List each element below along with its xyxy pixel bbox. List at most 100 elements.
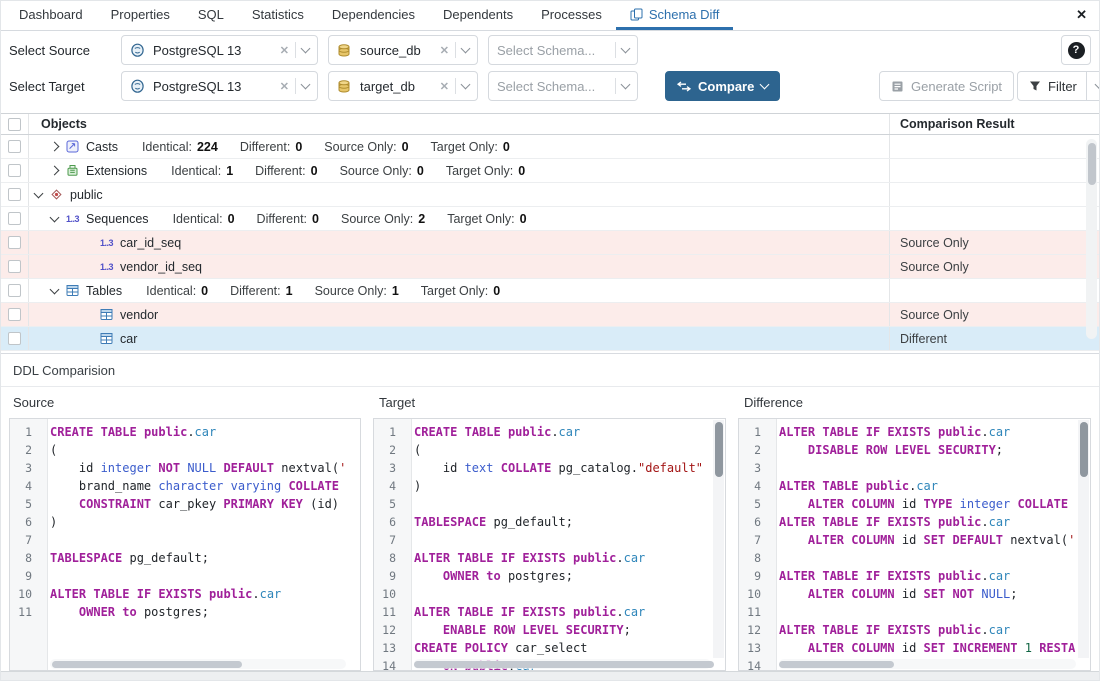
clear-icon[interactable]: ✕ bbox=[440, 80, 449, 93]
tab-statistics[interactable]: Statistics bbox=[238, 1, 318, 30]
table-row[interactable]: 1..3car_id_seqSource Only bbox=[1, 231, 1099, 255]
filter-button[interactable]: Filter bbox=[1017, 71, 1100, 101]
chevron-down-icon[interactable] bbox=[301, 79, 311, 89]
chevron-down-icon[interactable] bbox=[461, 43, 471, 53]
checkbox[interactable] bbox=[8, 140, 21, 153]
stat-label: Source Only: bbox=[324, 140, 396, 154]
collapse-chevron-icon[interactable] bbox=[50, 212, 60, 222]
source-code-editor[interactable]: 1CREATE TABLE public.car2(3 id integer N… bbox=[9, 418, 361, 671]
stat: Identical:0 bbox=[173, 212, 235, 226]
table-row[interactable]: TablesIdentical:0Different:1Source Only:… bbox=[1, 279, 1099, 303]
table-row[interactable]: 1..3vendor_id_seqSource Only bbox=[1, 255, 1099, 279]
table-row[interactable]: 1..3SequencesIdentical:0Different:0Sourc… bbox=[1, 207, 1099, 231]
object-cell[interactable]: 1..3car_id_seq bbox=[29, 231, 889, 254]
stat: Different:1 bbox=[230, 284, 292, 298]
object-cell[interactable]: 1..3vendor_id_seq bbox=[29, 255, 889, 278]
object-cell[interactable]: public bbox=[29, 183, 889, 206]
chevron-down-icon[interactable] bbox=[621, 79, 631, 89]
stat: Identical:0 bbox=[146, 284, 208, 298]
tab-dependencies[interactable]: Dependencies bbox=[318, 1, 429, 30]
code-text: ALTER TABLE public.car bbox=[769, 479, 938, 493]
difference-code-editor[interactable]: 1ALTER TABLE IF EXISTS public.car2 DISAB… bbox=[738, 418, 1091, 671]
close-icon[interactable]: ✕ bbox=[1076, 7, 1087, 23]
scrollbar-thumb[interactable] bbox=[1088, 143, 1096, 185]
object-cell[interactable]: TablesIdentical:0Different:1Source Only:… bbox=[29, 279, 889, 302]
chevron-down-icon[interactable] bbox=[461, 79, 471, 89]
vertical-scrollbar[interactable] bbox=[1086, 139, 1097, 339]
horizontal-scrollbar[interactable] bbox=[779, 659, 1076, 669]
code-text: ENABLE ROW LEVEL SECURITY; bbox=[404, 623, 631, 637]
source-database-select[interactable]: source_db ✕ bbox=[328, 35, 478, 65]
chevron-down-icon[interactable] bbox=[301, 43, 311, 53]
object-cell[interactable]: vendor bbox=[29, 303, 889, 326]
table-row[interactable]: carDifferent bbox=[1, 327, 1099, 351]
scrollbar-thumb[interactable] bbox=[779, 661, 894, 668]
generate-script-button[interactable]: Generate Script bbox=[879, 71, 1014, 101]
scrollbar-thumb[interactable] bbox=[52, 661, 242, 668]
checkbox[interactable] bbox=[8, 260, 21, 273]
scrollbar-thumb[interactable] bbox=[1080, 422, 1088, 477]
chevron-down-icon[interactable] bbox=[760, 79, 770, 89]
scrollbar-thumb[interactable] bbox=[414, 661, 714, 668]
row-checkbox-cell bbox=[1, 207, 29, 230]
expand-chevron-icon[interactable] bbox=[50, 166, 60, 176]
object-cell[interactable]: CastsIdentical:224Different:0Source Only… bbox=[29, 135, 889, 158]
checkbox[interactable] bbox=[8, 212, 21, 225]
object-cell[interactable]: car bbox=[29, 327, 889, 350]
expand-chevron-icon[interactable] bbox=[50, 142, 60, 152]
object-cell[interactable]: ExtensionsIdentical:1Different:0Source O… bbox=[29, 159, 889, 182]
horizontal-scrollbar[interactable] bbox=[50, 659, 346, 669]
clear-icon[interactable]: ✕ bbox=[280, 44, 289, 57]
objects-column-header[interactable]: Objects bbox=[29, 114, 889, 134]
target-code-editor[interactable]: 1CREATE TABLE public.car2(3 id text COLL… bbox=[373, 418, 726, 671]
table-row[interactable]: vendorSource Only bbox=[1, 303, 1099, 327]
collapse-chevron-icon[interactable] bbox=[34, 188, 44, 198]
tab-sql[interactable]: SQL bbox=[184, 1, 238, 30]
compare-button[interactable]: Compare bbox=[665, 71, 780, 101]
target-schema-select[interactable]: Select Schema... bbox=[488, 71, 638, 101]
vertical-scrollbar[interactable] bbox=[713, 420, 724, 658]
line-number: 5 bbox=[739, 497, 769, 511]
target-server-select[interactable]: PostgreSQL 13 ✕ bbox=[121, 71, 318, 101]
code-text: id text COLLATE pg_catalog."default" bbox=[404, 461, 703, 475]
table-row[interactable]: public bbox=[1, 183, 1099, 207]
checkbox[interactable] bbox=[8, 118, 21, 131]
checkbox[interactable] bbox=[8, 236, 21, 249]
scroll-gutter bbox=[1081, 114, 1099, 134]
vertical-scrollbar[interactable] bbox=[1078, 420, 1089, 658]
object-cell[interactable]: 1..3SequencesIdentical:0Different:0Sourc… bbox=[29, 207, 889, 230]
comparison-result-column-header[interactable]: Comparison Result bbox=[889, 114, 1081, 134]
tab-schema-diff[interactable]: Schema Diff bbox=[616, 1, 734, 30]
tab-processes[interactable]: Processes bbox=[527, 1, 616, 30]
line-number: 2 bbox=[10, 443, 40, 457]
table-row[interactable]: CastsIdentical:224Different:0Source Only… bbox=[1, 135, 1099, 159]
source-schema-select[interactable]: Select Schema... bbox=[488, 35, 638, 65]
tab-dependents[interactable]: Dependents bbox=[429, 1, 527, 30]
scrollbar-thumb[interactable] bbox=[715, 422, 723, 477]
checkbox[interactable] bbox=[8, 308, 21, 321]
checkbox[interactable] bbox=[8, 164, 21, 177]
code-line: 10 ALTER COLUMN id SET NOT NULL; bbox=[739, 585, 1090, 603]
target-database-select[interactable]: target_db ✕ bbox=[328, 71, 478, 101]
object-name: car bbox=[120, 332, 137, 346]
stat-label: Target Only: bbox=[421, 284, 488, 298]
code-text: ( bbox=[404, 443, 421, 457]
clear-icon[interactable]: ✕ bbox=[280, 80, 289, 93]
source-server-select[interactable]: PostgreSQL 13 ✕ bbox=[121, 35, 318, 65]
clear-icon[interactable]: ✕ bbox=[440, 44, 449, 57]
table-row[interactable]: ExtensionsIdentical:1Different:0Source O… bbox=[1, 159, 1099, 183]
filter-dropdown-toggle[interactable] bbox=[1086, 72, 1100, 100]
collapse-chevron-icon[interactable] bbox=[50, 284, 60, 294]
checkbox[interactable] bbox=[8, 188, 21, 201]
checkbox[interactable] bbox=[8, 332, 21, 345]
tab-properties[interactable]: Properties bbox=[97, 1, 184, 30]
tab-dashboard[interactable]: Dashboard bbox=[5, 1, 97, 30]
select-all-checkbox[interactable] bbox=[1, 114, 29, 134]
help-button[interactable]: ? bbox=[1061, 35, 1091, 65]
chevron-down-icon[interactable] bbox=[621, 43, 631, 53]
code-line: 10 bbox=[374, 585, 725, 603]
checkbox[interactable] bbox=[8, 284, 21, 297]
code-text: OWNER to postgres; bbox=[404, 569, 573, 583]
line-number: 8 bbox=[374, 551, 404, 565]
horizontal-scrollbar[interactable] bbox=[414, 659, 711, 669]
